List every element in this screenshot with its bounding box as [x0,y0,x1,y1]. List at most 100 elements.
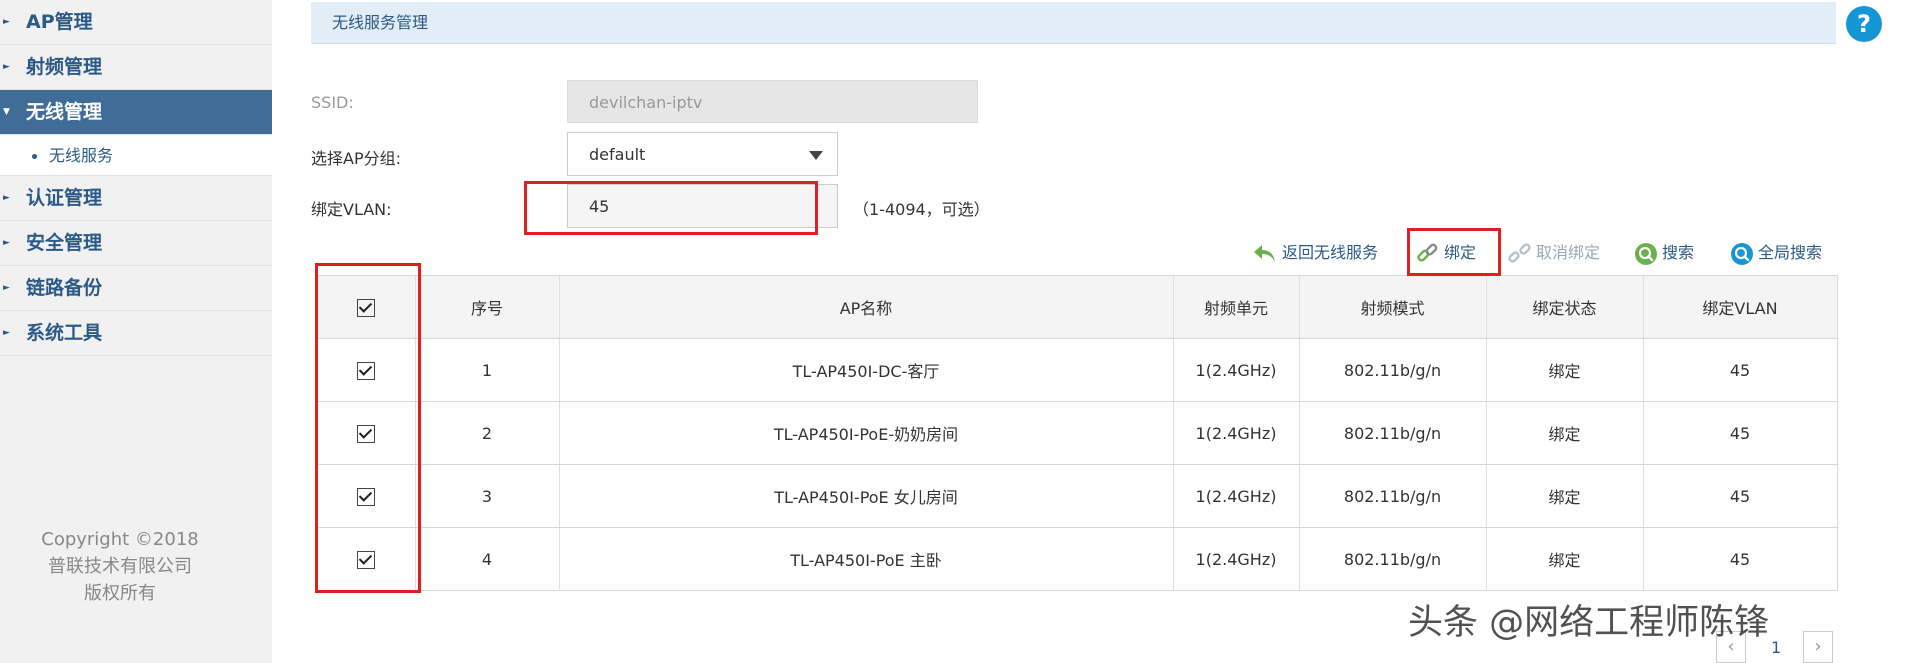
cell-no: 4 [414,527,559,591]
table-row[interactable]: 1 TL-AP450I-DC-客厅 1(2.4GHz) 802.11b/g/n … [318,338,1838,402]
cell-bind-status: 绑定 [1485,527,1643,591]
row-checkbox[interactable] [357,361,376,380]
cell-radio-mode: 802.11b/g/n [1298,338,1486,402]
sidebar-item-label: 认证管理 [26,187,103,209]
sidebar-item-label: 链路备份 [26,277,103,299]
undo-arrow-icon [1254,244,1275,262]
sidebar-item-auth[interactable]: ► 认证管理 [0,176,272,221]
cell-bind-status: 绑定 [1485,401,1643,465]
cell-radio-unit: 1(2.4GHz) [1172,338,1299,402]
copyright-rights: 版权所有 [84,583,156,604]
ap-group-label: 选择AP分组: [311,149,401,168]
cell-ap-name: TL-AP450I-PoE 女儿房间 [558,464,1173,528]
table-row[interactable]: 2 TL-AP450I-PoE-奶奶房间 1(2.4GHz) 802.11b/g… [318,401,1838,465]
cell-bind-vlan: 45 [1642,464,1838,528]
cell-bind-vlan: 45 [1642,527,1838,591]
bind-button[interactable]: 绑定 [1416,241,1476,265]
global-search-icon [1731,242,1753,265]
sidebar-item-label: 无线管理 [26,101,103,123]
column-header-bind-vlan: 绑定VLAN [1642,275,1838,339]
broken-link-icon [1508,242,1531,263]
search-button[interactable]: 搜索 [1634,241,1694,265]
copyright-company: 普联技术有限公司 [48,556,192,577]
cell-radio-unit: 1(2.4GHz) [1172,527,1299,591]
row-select-cell [318,464,415,528]
sidebar: ► AP管理 ► 射频管理 ▼ 无线管理 无线服务 ► 认证管理 ► 安全管理 ► 链路备份… [0,0,272,663]
table-header-row: 序号 AP名称 射频单元 射频模式 绑定状态 绑定VLAN [318,275,1838,339]
unbind-label: 取消绑定 [1536,243,1601,262]
bind-label: 绑定 [1444,243,1477,262]
cell-radio-mode: 802.11b/g/n [1298,401,1486,465]
caret-right-icon: ► [3,62,10,72]
caret-right-icon: ► [3,238,10,248]
caret-right-icon: ► [3,328,10,338]
sidebar-item-radio[interactable]: ► 射频管理 [0,45,272,90]
copyright: Copyright ©2018 普联技术有限公司 版权所有 [0,526,240,607]
sidebar-item-wireless[interactable]: ▼ 无线管理 [0,90,272,135]
back-label: 返回无线服务 [1282,243,1379,262]
ap-table: 序号 AP名称 射频单元 射频模式 绑定状态 绑定VLAN 1 TL-AP450… [318,275,1838,591]
caret-right-icon: ► [3,283,10,293]
chain-link-icon [1417,243,1438,262]
back-to-wireless-service-button[interactable]: 返回无线服务 [1252,241,1378,265]
sidebar-item-label: 系统工具 [26,322,103,344]
column-header-no: 序号 [414,275,559,339]
sidebar-item-security[interactable]: ► 安全管理 [0,221,272,266]
sidebar-item-ap[interactable]: ► AP管理 [0,0,272,45]
unbind-button[interactable]: 取消绑定 [1508,241,1600,265]
global-search-button[interactable]: 全局搜索 [1730,241,1822,265]
row-select-cell [318,338,415,402]
column-header-bind-status: 绑定状态 [1485,275,1643,339]
sidebar-item-label: 安全管理 [26,232,103,254]
vlan-label: 绑定VLAN: [311,200,392,219]
cell-radio-mode: 802.11b/g/n [1298,464,1486,528]
ap-group-value: default [589,145,646,164]
sidebar-item-label: AP管理 [26,11,93,33]
search-label: 搜索 [1662,243,1695,262]
page-title-bar: 无线服务管理 [311,2,1836,44]
page-next-button[interactable]: › [1803,631,1833,663]
column-header-ap-name: AP名称 [558,275,1173,339]
ssid-label: SSID: [311,93,354,112]
select-all-checkbox[interactable] [357,298,376,317]
sidebar-subitem-wireless-service[interactable]: 无线服务 [0,135,272,176]
row-checkbox[interactable] [357,550,376,569]
sidebar-subitem-label: 无线服务 [49,146,114,165]
sidebar-item-system-tools[interactable]: ► 系统工具 [0,311,272,356]
cell-bind-status: 绑定 [1485,464,1643,528]
vlan-range-hint: （1-4094，可选） [853,200,990,219]
dropdown-arrow-icon [809,151,823,160]
cell-ap-name: TL-AP450I-PoE 主卧 [558,527,1173,591]
ssid-field: devilchan-iptv [567,80,978,123]
cell-bind-vlan: 45 [1642,401,1838,465]
cell-no: 1 [414,338,559,402]
column-header-radio-mode: 射频模式 [1298,275,1486,339]
cell-radio-mode: 802.11b/g/n [1298,527,1486,591]
select-all-cell [318,275,415,339]
search-icon [1635,242,1657,265]
ap-group-select[interactable]: default [567,132,838,176]
caret-right-icon: ► [3,193,10,203]
table-row[interactable]: 3 TL-AP450I-PoE 女儿房间 1(2.4GHz) 802.11b/g… [318,464,1838,528]
sidebar-item-link-backup[interactable]: ► 链路备份 [0,266,272,311]
caret-down-icon: ▼ [3,107,10,117]
cell-radio-unit: 1(2.4GHz) [1172,464,1299,528]
cell-bind-status: 绑定 [1485,338,1643,402]
copyright-line: Copyright ©2018 [41,529,199,550]
sidebar-item-label: 射频管理 [26,56,103,78]
vlan-field[interactable]: 45 [567,184,838,228]
page-number-current[interactable]: 1 [1771,638,1781,657]
page-title: 无线服务管理 [332,13,429,32]
global-search-label: 全局搜索 [1758,243,1823,262]
watermark: 头条 @网络工程师陈锋 [1408,603,1770,643]
cell-ap-name: TL-AP450I-DC-客厅 [558,338,1173,402]
cell-bind-vlan: 45 [1642,338,1838,402]
cell-radio-unit: 1(2.4GHz) [1172,401,1299,465]
cell-no: 3 [414,464,559,528]
cell-ap-name: TL-AP450I-PoE-奶奶房间 [558,401,1173,465]
caret-right-icon: ► [3,17,10,27]
help-icon[interactable]: ? [1846,6,1882,42]
row-checkbox[interactable] [357,424,376,443]
table-row[interactable]: 4 TL-AP450I-PoE 主卧 1(2.4GHz) 802.11b/g/n… [318,527,1838,591]
row-checkbox[interactable] [357,487,376,506]
